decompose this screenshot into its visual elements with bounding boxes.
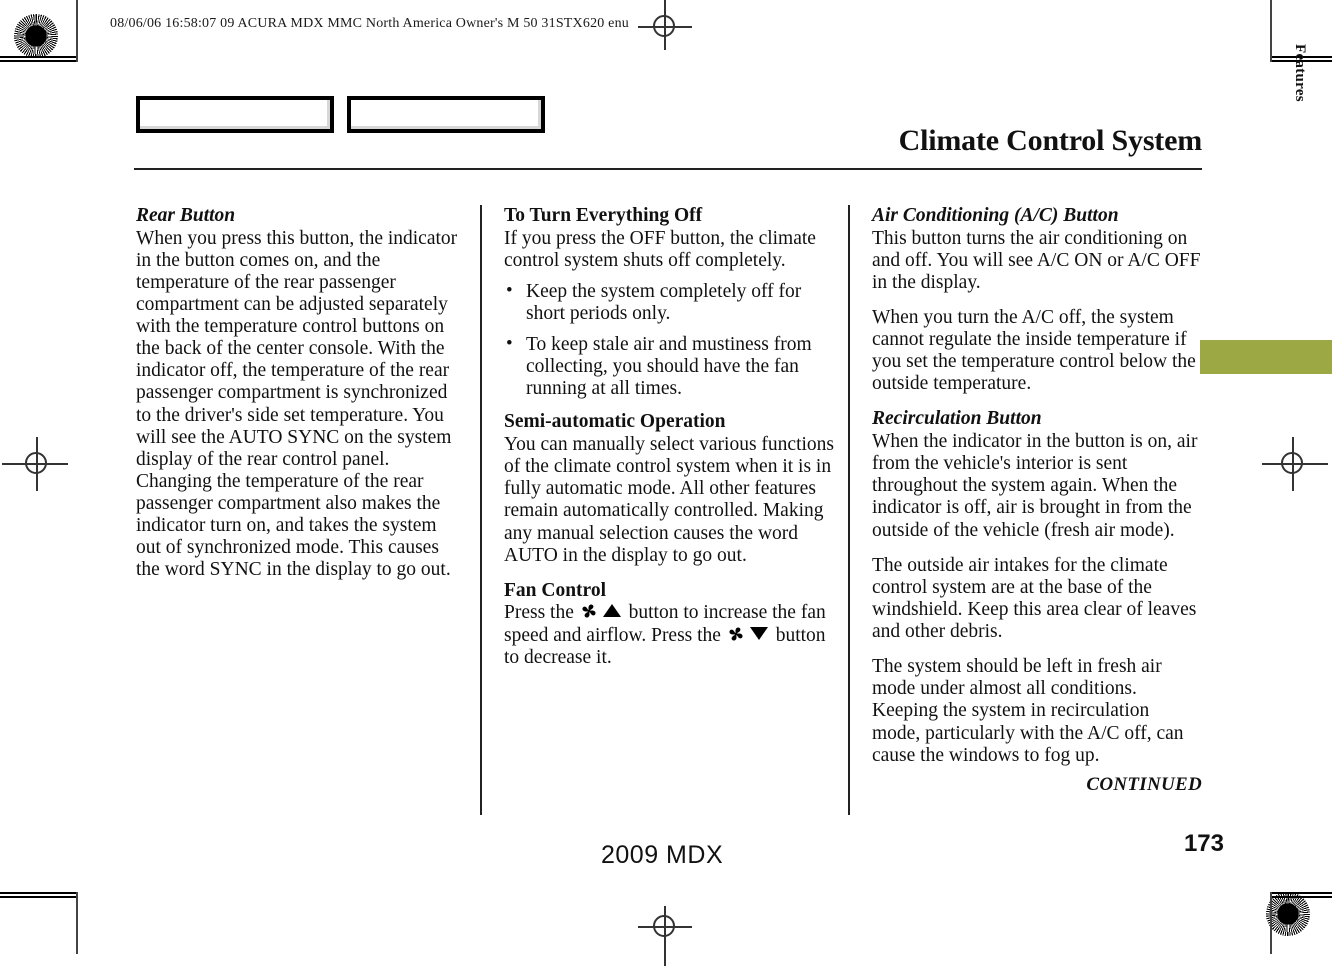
registration-crosshair-top [638,0,692,54]
heading-rear-button: Rear Button [136,205,236,226]
body-columns: Rear Button When you press this button, … [136,205,1202,815]
paragraph-recirculation-two: The outside air intakes for the climate … [872,554,1197,643]
side-thumb-tab [1200,340,1332,374]
illustration-frame-left [136,96,334,133]
footer-model-name: 2009 MDX [601,841,724,869]
paragraph-recirculation-one: When the indicator in the button is on, … [872,431,1198,541]
heading-fan-control: Fan Control [504,579,607,601]
fan-decrease-down-arrow-icon [749,626,768,640]
crop-mark-top-left [0,0,78,58]
fan-blower-icon [727,625,745,643]
registration-crosshair-right [1262,437,1328,491]
bullet-list-off-tips: Keep the system completely off for short… [504,280,834,401]
fan-control-text-part-one: Press the [504,602,579,624]
column-three: Air Conditioning (A/C) Button This butto… [848,205,1202,815]
edge-rule-bottom-right [1270,892,1272,954]
paragraph-turn-everything-off: If you press the OFF button, the climate… [504,227,816,271]
edge-rule-bottom-left [76,892,78,954]
list-item: Keep the system completely off for short… [506,280,834,325]
side-tab-label: Features [1292,44,1308,102]
crop-mark-bottom-left [0,896,78,954]
paragraph-ac-button-one: This button turns the air conditioning o… [872,227,1201,293]
crop-mark-top-left-rule [0,60,76,62]
edge-rule-top-left [76,0,78,62]
page-number: 173 [1183,830,1224,857]
edge-rule-top-right [1270,0,1272,62]
heading-semi-automatic-operation: Semi-automatic Operation [504,411,726,433]
illustration-frame-row [136,96,545,133]
column-two: To Turn Everything Off If you press the … [480,205,848,815]
paragraph-ac-button-two: When you turn the A/C off, the system ca… [872,306,1196,395]
paragraph-recirculation-three: The system should be left in fresh air m… [872,656,1184,766]
crop-mark-bottom-right-rule [1272,892,1332,894]
column-one: Rear Button When you press this button, … [136,205,480,815]
crop-mark-bottom-left-rule [0,892,76,894]
crop-mark-bottom-right [1270,896,1332,954]
paragraph-rear-button: When you press this button, the indicato… [136,227,458,581]
continued-label: CONTINUED [1086,773,1202,795]
heading-recirculation-button: Recirculation Button [872,408,1042,430]
heading-air-conditioning-button: Air Conditioning (A/C) Button [872,205,1119,226]
fan-increase-up-arrow-icon [602,604,621,618]
registration-crosshair-bottom [638,900,692,966]
paragraph-fan-control: Press the button to increase the fan spe… [504,602,834,668]
illustration-frame-right [347,96,545,133]
fan-blower-icon [580,602,598,620]
page-title: Climate Control System [898,124,1203,157]
title-divider-rule [134,168,1202,170]
list-item: To keep stale air and mustiness from col… [506,333,834,400]
heading-to-turn-everything-off: To Turn Everything Off [504,205,703,226]
paragraph-semi-automatic-operation: You can manually select various function… [504,434,834,566]
prepress-header-line: 08/06/06 16:58:07 09 ACURA MDX MMC North… [110,16,629,31]
registration-crosshair-left [2,437,68,491]
